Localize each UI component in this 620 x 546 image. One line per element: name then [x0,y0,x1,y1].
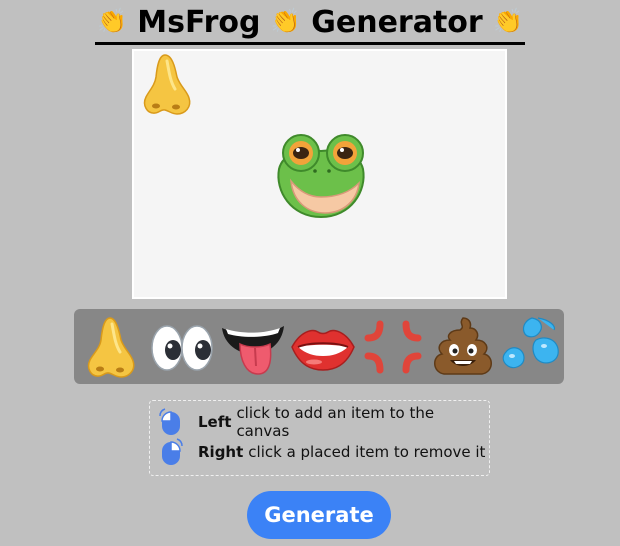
palette-eyes-icon[interactable] [149,314,215,380]
right-instruction-text: click a placed item to remove it [248,443,486,461]
instructions-box: Left click to add an item to the canvas … [149,400,490,476]
left-bold-label: Left [198,413,232,431]
palette-lips-icon[interactable] [290,314,356,380]
right-click-instruction: Right click a placed item to remove it [158,438,485,466]
palette-nose-icon[interactable] [78,314,144,380]
item-palette [74,309,564,384]
generate-button[interactable]: Generate [247,491,391,539]
palette-tongue-mouth-icon[interactable] [220,314,286,380]
placed-frog-face-icon[interactable] [271,131,371,221]
page-title: 👏 MsFrog 👏 Generator 👏 [0,2,620,45]
clapping-hands-icon: 👏 [96,7,127,35]
left-click-instruction: Left click to add an item to the canvas [158,404,489,440]
clapping-hands-icon: 👏 [270,7,301,35]
title-word-msfrog: MsFrog [137,5,261,40]
placed-nose-icon[interactable] [139,53,195,117]
left-instruction-text: click to add an item to the canvas [236,404,435,440]
palette-anger-symbol-icon[interactable] [360,314,426,380]
clapping-hands-icon: 👏 [493,7,524,35]
palette-poop-icon[interactable] [430,314,496,380]
title-word-generator: Generator [311,5,483,40]
left-mouse-click-icon [158,408,184,436]
right-bold-label: Right [198,443,244,461]
drawing-canvas[interactable] [132,49,507,299]
palette-sweat-droplets-icon[interactable] [498,314,564,380]
right-mouse-click-icon [158,438,184,466]
